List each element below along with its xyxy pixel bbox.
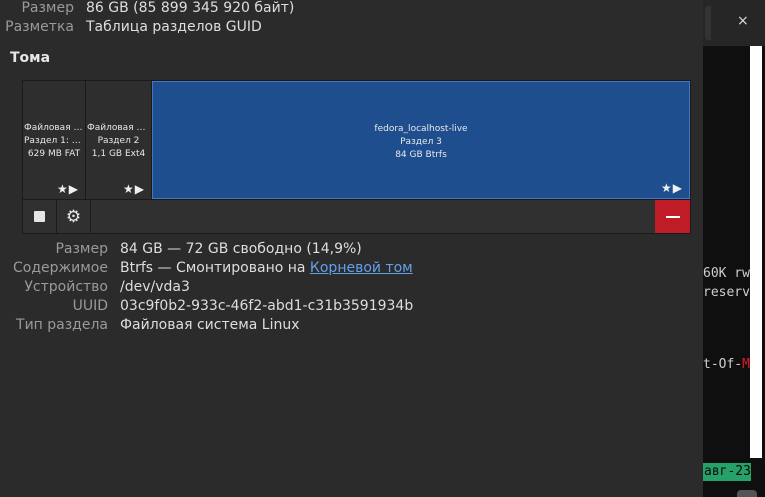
partition-uuid-label: UUID <box>72 298 108 314</box>
partition-contents-value: Btrfs — Смонтировано на Корневой том <box>120 260 413 276</box>
partition-size-value: 84 GB — 72 GB свободно (14,9%) <box>120 241 362 257</box>
terminal-bottom-tab <box>737 490 757 497</box>
partition-settings-button[interactable]: ⚙ <box>57 200 91 233</box>
terminal-line: t-Of-M <box>703 357 750 372</box>
minus-icon <box>665 215 680 218</box>
drive-partitioning-value: Таблица разделов GUID <box>86 19 262 35</box>
partition-1-title: Раздел 1: EFI… <box>24 136 85 146</box>
partition-1-size: 629 MB FAT <box>27 149 81 159</box>
partition-type-value: Файловая система Linux <box>120 317 300 333</box>
terminal-window: × 60K rw reserv t-Of-M авг-23 <box>703 0 765 497</box>
terminal-text-red: M <box>742 357 750 372</box>
partition-1-star-play-icon: ★▶ <box>57 182 79 196</box>
stop-icon <box>34 211 45 222</box>
drive-partitioning-label: Разметка <box>5 19 74 35</box>
partition-size-label: Размер <box>55 241 108 257</box>
disk-details-window: Размер 86 GB (85 899 345 920 байт) Разме… <box>0 0 703 497</box>
partition-2-name: Файловая си… <box>87 123 151 133</box>
contents-text: Btrfs — Смонтировано на <box>120 260 310 276</box>
partition-1-block[interactable]: Файловая си… Раздел 1: EFI… 629 MB FAT ★… <box>23 81 86 199</box>
unmount-button[interactable] <box>23 200 57 233</box>
partition-3-block[interactable]: fedora_localhost-live Раздел 3 84 GB Btr… <box>152 81 690 199</box>
terminal-tab[interactable] <box>705 6 711 40</box>
partition-device-label: Устройство <box>24 279 108 295</box>
partition-3-star-play-icon: ★▶ <box>661 181 683 195</box>
terminal-line: 60K rw <box>703 266 750 281</box>
mount-point-link[interactable]: Корневой том <box>310 260 413 276</box>
partition-type-label: Тип раздела <box>16 317 108 333</box>
partition-device-value: /dev/vda3 <box>120 279 190 295</box>
terminal-text: t-Of- <box>703 357 743 372</box>
partition-toolbar: ⚙ <box>22 200 691 234</box>
partition-1-name: Файловая си… <box>24 123 85 133</box>
partition-2-title: Раздел 2 <box>97 136 140 146</box>
partition-2-size: 1,1 GB Ext4 <box>91 149 146 159</box>
drive-size-label: Размер <box>21 0 74 16</box>
partition-2-star-play-icon: ★▶ <box>123 182 145 196</box>
delete-partition-button[interactable] <box>655 200 690 233</box>
partition-contents-label: Содержимое <box>13 260 108 276</box>
partition-3-size: 84 GB Btrfs <box>395 150 447 160</box>
volumes-heading: Тома <box>10 50 51 66</box>
partition-3-title: Раздел 3 <box>400 137 442 147</box>
drive-size-value: 86 GB (85 899 345 920 байт) <box>86 0 295 16</box>
terminal-line: reserv <box>703 285 750 300</box>
partition-2-block[interactable]: Файловая си… Раздел 2 1,1 GB Ext4 ★▶ <box>86 81 152 199</box>
gear-icon: ⚙ <box>65 206 82 227</box>
close-icon[interactable]: × <box>737 13 749 29</box>
terminal-scrollbar[interactable] <box>750 46 762 458</box>
terminal-header: × <box>703 0 765 46</box>
partition-3-name: fedora_localhost-live <box>374 124 468 134</box>
partition-uuid-value: 03c9f0b2-933c-46f2-abd1-c31b3591934b <box>120 298 414 314</box>
terminal-date: авг-23 <box>703 463 751 481</box>
partition-bar: Файловая си… Раздел 1: EFI… 629 MB FAT ★… <box>22 80 691 200</box>
